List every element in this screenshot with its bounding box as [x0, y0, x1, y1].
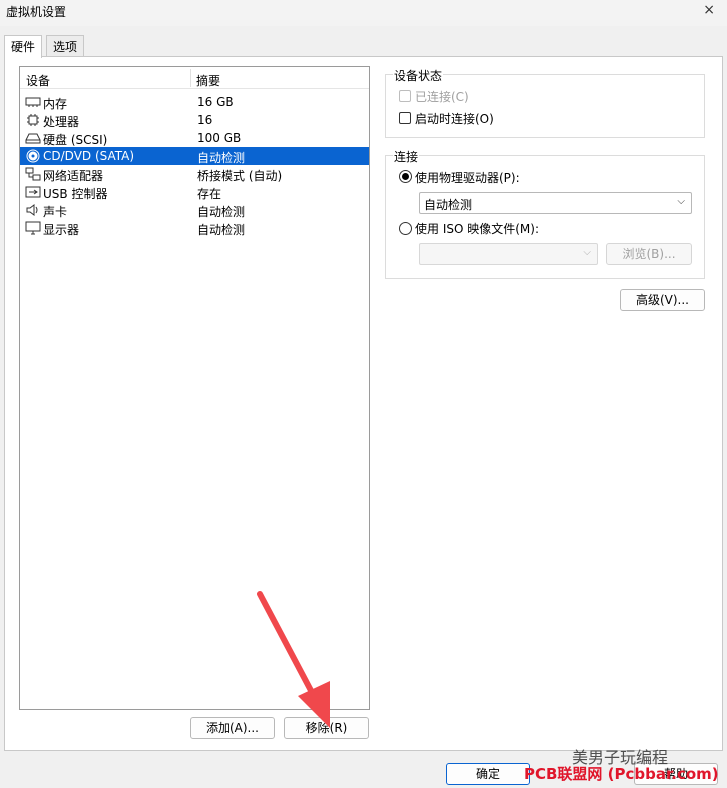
- tab-options[interactable]: 选项: [46, 35, 85, 57]
- cd-icon: [26, 149, 40, 163]
- speaker-icon: [26, 204, 38, 216]
- column-header-device[interactable]: 设备: [26, 72, 50, 89]
- iso-file-select[interactable]: ⌵: [419, 243, 598, 265]
- device-summary: 桥接模式 (自动): [197, 169, 283, 183]
- device-summary: 自动检测: [197, 151, 246, 165]
- device-status-group: 设备状态: [385, 67, 705, 138]
- monitor-icon: [25, 221, 41, 235]
- use-physical-drive-label: 使用物理驱动器(P):: [415, 171, 520, 185]
- device-name: USB 控制器: [43, 187, 108, 201]
- window-title: 虚拟机设置: [6, 5, 67, 19]
- column-separator[interactable]: [190, 69, 191, 87]
- remove-device-button[interactable]: 移除(R): [284, 717, 369, 739]
- device-name: 声卡: [43, 205, 68, 219]
- physical-drive-select[interactable]: 自动检测 ⌵: [419, 192, 692, 214]
- device-row-sound[interactable]: 声卡 自动检测: [20, 201, 369, 219]
- device-summary: 自动检测: [197, 205, 246, 219]
- device-list-header: 设备 摘要: [20, 67, 369, 89]
- tab-hardware[interactable]: 硬件: [4, 35, 43, 58]
- browse-button[interactable]: 浏览(B)...: [606, 243, 692, 265]
- device-summary: 自动检测: [197, 223, 246, 237]
- use-iso-label: 使用 ISO 映像文件(M):: [415, 222, 539, 236]
- device-name: 内存: [43, 97, 68, 111]
- disk-icon: [25, 133, 41, 144]
- memory-icon: [25, 97, 41, 107]
- add-device-button[interactable]: 添加(A)...: [190, 717, 275, 739]
- device-name: 显示器: [43, 223, 80, 237]
- connected-checkbox[interactable]: [399, 90, 411, 102]
- device-name: 处理器: [43, 115, 80, 129]
- device-row-memory[interactable]: 内存 16 GB: [20, 93, 369, 111]
- device-row-cddvd[interactable]: CD/DVD (SATA) 自动检测: [20, 147, 369, 165]
- connection-title: 连接: [393, 148, 420, 165]
- device-summary: 16 GB: [197, 95, 234, 109]
- cpu-icon: [27, 114, 39, 126]
- advanced-button[interactable]: 高级(V)...: [620, 289, 705, 311]
- device-summary: 存在: [197, 187, 222, 201]
- device-row-display[interactable]: 显示器 自动检测: [20, 219, 369, 237]
- device-name: CD/DVD (SATA): [43, 149, 135, 163]
- use-physical-drive-radio[interactable]: [399, 170, 412, 183]
- watermark-site: PCB联盟网 (Pcbbar.com): [524, 765, 719, 783]
- ok-button[interactable]: 确定: [446, 763, 530, 785]
- device-row-cpu[interactable]: 处理器 16: [20, 111, 369, 129]
- device-summary: 16: [197, 113, 213, 127]
- network-icon: [25, 167, 41, 181]
- connected-label: 已连接(C): [415, 90, 469, 104]
- title-bar: 虚拟机设置 ×: [0, 0, 727, 26]
- device-row-disk[interactable]: 硬盘 (SCSI) 100 GB: [20, 129, 369, 147]
- physical-drive-value: 自动检测: [424, 198, 473, 212]
- device-list[interactable]: 设备 摘要 内存 16 GB 处理器 16 硬盘 (SCSI) 100 GB C…: [19, 66, 370, 710]
- device-name: 硬盘 (SCSI): [43, 133, 108, 147]
- device-name: 网络适配器: [43, 169, 104, 183]
- chevron-down-icon: ⌵: [677, 196, 685, 207]
- device-row-usb[interactable]: USB 控制器 存在: [20, 183, 369, 201]
- usb-icon: [25, 186, 41, 198]
- device-row-network[interactable]: 网络适配器 桥接模式 (自动): [20, 165, 369, 183]
- device-summary: 100 GB: [197, 131, 242, 145]
- column-header-summary[interactable]: 摘要: [196, 72, 220, 89]
- close-icon[interactable]: ×: [703, 2, 715, 18]
- connect-on-power-checkbox[interactable]: [399, 112, 411, 124]
- connect-on-power-label: 启动时连接(O): [415, 112, 494, 126]
- device-status-title: 设备状态: [393, 67, 444, 84]
- use-iso-radio[interactable]: [399, 222, 412, 235]
- chevron-down-icon: ⌵: [583, 247, 591, 258]
